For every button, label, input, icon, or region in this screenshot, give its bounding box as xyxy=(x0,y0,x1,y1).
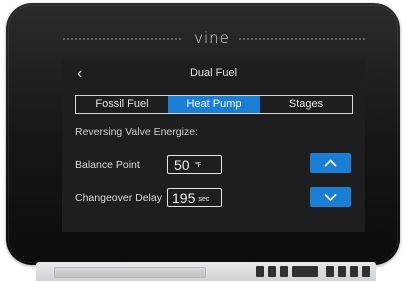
dotted-line-right xyxy=(238,38,367,40)
brand-logo: vine xyxy=(194,29,230,47)
changeover-delay-unit: sec xyxy=(198,196,210,203)
screen-header: ‹ Dual Fuel xyxy=(62,65,365,83)
balance-point-field[interactable]: 50 ℉ xyxy=(167,155,222,174)
vent-grille-left xyxy=(256,266,318,277)
increase-button[interactable] xyxy=(310,153,351,173)
device-base xyxy=(36,262,376,281)
display-screen: ‹ Dual Fuel Fossil Fuel Heat Pump Stages… xyxy=(62,60,365,232)
reversing-valve-label: Reversing Valve Energize: xyxy=(75,126,198,138)
tab-stages[interactable]: Stages xyxy=(260,96,352,113)
decrease-button[interactable] xyxy=(310,187,351,207)
mode-tabs: Fossil Fuel Heat Pump Stages xyxy=(75,95,353,114)
chevron-up-icon xyxy=(324,159,337,167)
vent-grille-right xyxy=(326,266,370,277)
page-title: Dual Fuel xyxy=(189,67,238,79)
thermostat-device: vine ‹ Dual Fuel Fossil Fuel Heat Pump S… xyxy=(6,3,400,265)
base-slot xyxy=(54,267,206,278)
balance-point-unit: ℉ xyxy=(194,162,202,169)
chevron-down-icon xyxy=(324,193,337,202)
changeover-delay-label: Changeover Delay xyxy=(75,192,162,204)
changeover-delay-value: 195 xyxy=(172,190,196,206)
balance-point-label: Balance Point xyxy=(75,159,140,171)
tab-heat-pump[interactable]: Heat Pump xyxy=(168,96,260,113)
tab-fossil-fuel[interactable]: Fossil Fuel xyxy=(76,96,168,113)
changeover-delay-field[interactable]: 195 sec xyxy=(167,188,222,207)
balance-point-value: 50 xyxy=(174,157,190,173)
brand-logo-row: vine xyxy=(62,29,367,47)
dotted-line-left xyxy=(62,38,182,40)
